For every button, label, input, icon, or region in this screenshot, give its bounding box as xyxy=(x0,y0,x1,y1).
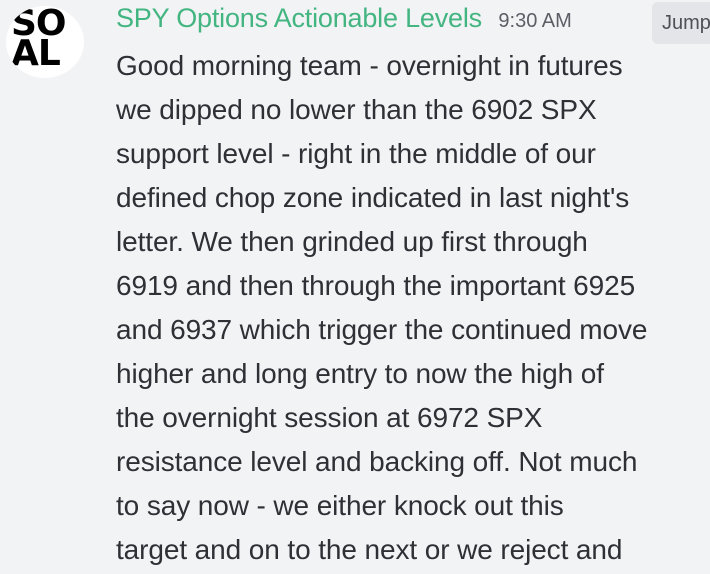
chat-message: SO AL SPY Options Actionable Levels 9:30… xyxy=(0,0,710,574)
message-line: letter. We then grinded up first through xyxy=(116,226,588,257)
message-line: the overnight session at 6972 SPX xyxy=(116,402,543,433)
message-line: and 6937 which trigger the continued mov… xyxy=(116,314,648,345)
message-timestamp[interactable]: 9:30 AM xyxy=(498,10,571,33)
avatar-logo: SO AL xyxy=(11,6,81,74)
message-line: to say now - we either knock out this xyxy=(116,490,564,521)
message-line: Good morning team - overnight in futures xyxy=(116,50,623,81)
message-line: we dipped no lower than the 6902 SPX xyxy=(116,94,597,125)
message-line: support level - right in the middle of o… xyxy=(116,138,596,169)
message-header: SPY Options Actionable Levels 9:30 AM xyxy=(116,3,572,43)
message-line: 6919 and then through the important 6925 xyxy=(116,270,636,301)
avatar[interactable]: SO AL xyxy=(6,6,84,78)
jump-button[interactable]: Jump xyxy=(652,2,710,44)
message-line: defined chop zone indicated in last nigh… xyxy=(116,182,630,213)
message-line: higher and long entry to now the high of xyxy=(116,358,604,389)
message-line: target and on to the next or we reject a… xyxy=(116,534,623,565)
avatar-logo-row-2: AL xyxy=(11,32,61,74)
message-line: resistance level and backing off. Not mu… xyxy=(116,446,638,477)
author-username[interactable]: SPY Options Actionable Levels xyxy=(116,3,482,34)
message-content: Good morning team - overnight in futures… xyxy=(116,44,710,572)
